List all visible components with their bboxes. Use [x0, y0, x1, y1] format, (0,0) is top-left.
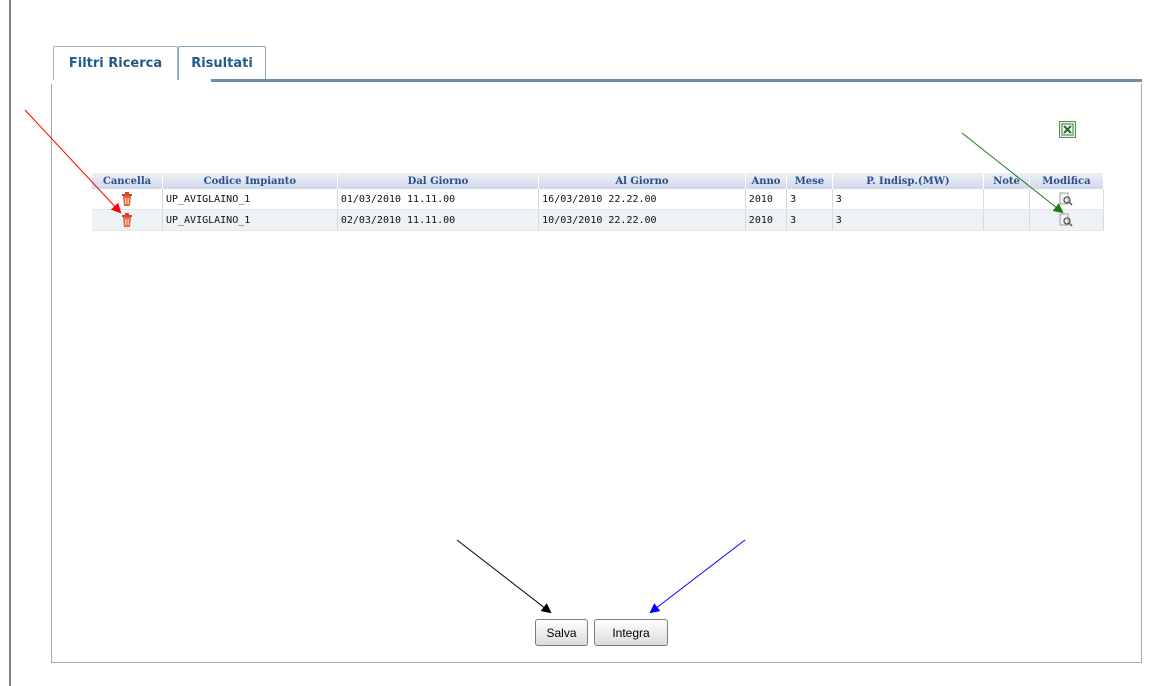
- col-header-anno[interactable]: Anno: [745, 173, 788, 189]
- left-border-rule: [9, 0, 11, 686]
- modifica-cell: [1029, 209, 1105, 231]
- col-header-codice-impianto[interactable]: Codice Impianto: [162, 173, 338, 189]
- magnifier-edit-icon[interactable]: [1059, 192, 1073, 206]
- cancella-cell: [92, 209, 163, 231]
- codice-impianto-cell: UP_AVIGLAINO_1: [162, 209, 338, 231]
- col-header-note[interactable]: Note: [983, 173, 1030, 189]
- col-header-dal-giorno[interactable]: Dal Giorno: [337, 173, 540, 189]
- al-giorno-cell: 10/03/2010 22.22.00: [538, 209, 746, 231]
- col-header-modifica[interactable]: Modifica: [1029, 173, 1105, 189]
- tab-filtri-ricerca[interactable]: Filtri Ricerca: [53, 46, 178, 80]
- mese-cell: 3: [786, 209, 833, 231]
- codice-impianto-cell: UP_AVIGLAINO_1: [162, 189, 338, 210]
- p-indisp-cell: 3: [832, 209, 985, 231]
- trash-icon[interactable]: [121, 192, 133, 206]
- dal-giorno-cell: 02/03/2010 11.11.00: [337, 209, 540, 231]
- results-table: Cancella Codice Impianto Dal Giorno Al G…: [92, 173, 1105, 231]
- note-cell: [983, 189, 1030, 210]
- modifica-cell: [1029, 189, 1105, 210]
- integra-button[interactable]: Integra: [594, 619, 668, 646]
- excel-export-icon[interactable]: [1059, 121, 1076, 138]
- magnifier-edit-icon[interactable]: [1059, 213, 1073, 227]
- anno-cell: 2010: [745, 189, 788, 210]
- col-header-mese[interactable]: Mese: [786, 173, 833, 189]
- col-header-cancella[interactable]: Cancella: [92, 173, 163, 189]
- table-header-row: Cancella Codice Impianto Dal Giorno Al G…: [92, 173, 1105, 189]
- note-cell: [983, 209, 1030, 231]
- p-indisp-cell: 3: [832, 189, 985, 210]
- anno-cell: 2010: [745, 209, 788, 231]
- mese-cell: 3: [786, 189, 833, 210]
- trash-icon[interactable]: [121, 213, 133, 227]
- al-giorno-cell: 16/03/2010 22.22.00: [538, 189, 746, 210]
- results-panel: [51, 84, 1142, 663]
- col-header-p-indisp[interactable]: P. Indisp.(MW): [832, 173, 985, 189]
- table-row: UP_AVIGLAINO_1 02/03/2010 11.11.00 10/03…: [92, 209, 1105, 231]
- table-row: UP_AVIGLAINO_1 01/03/2010 11.11.00 16/03…: [92, 189, 1105, 210]
- salva-button[interactable]: Salva: [535, 619, 588, 646]
- dal-giorno-cell: 01/03/2010 11.11.00: [337, 189, 540, 210]
- tab-underline: [211, 79, 1142, 82]
- cancella-cell: [92, 189, 163, 210]
- tab-risultati[interactable]: Risultati: [178, 46, 266, 80]
- col-header-al-giorno[interactable]: Al Giorno: [538, 173, 746, 189]
